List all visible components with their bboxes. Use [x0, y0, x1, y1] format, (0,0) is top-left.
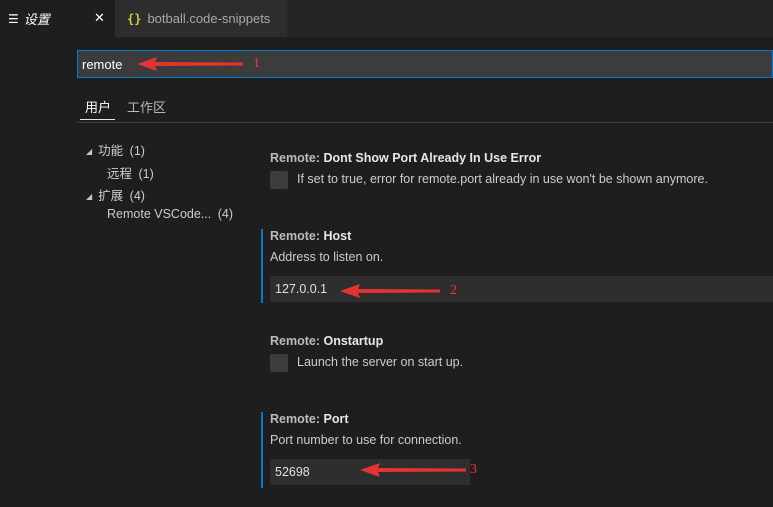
- tab-code-snippets-label: botball.code-snippets: [147, 11, 271, 26]
- header-divider: [77, 122, 773, 123]
- toc-item-count: (4): [129, 189, 145, 203]
- annotation-number-3: 3: [470, 462, 477, 477]
- toc-item-count: (1): [129, 144, 145, 158]
- setting-key: Dont Show Port Already In Use Error: [323, 151, 542, 165]
- toc-item-count: (1): [138, 167, 154, 181]
- toc-item-features[interactable]: ◢ 功能 (1): [86, 140, 145, 159]
- toc-item-label: 远程: [107, 167, 133, 181]
- onstartup-checkbox[interactable]: [270, 354, 288, 372]
- setting-title-port: Remote: Port: [270, 412, 348, 426]
- setting-title-dont-show-port-error: Remote: Dont Show Port Already In Use Er…: [270, 151, 541, 165]
- settings-list-icon: ☰: [8, 11, 19, 26]
- toc-item-remote-vscode[interactable]: Remote VSCode... (4): [107, 207, 233, 221]
- tab-settings[interactable]: ☰ 设置 ✕: [0, 0, 115, 37]
- expand-triangle-icon: ◢: [86, 192, 93, 201]
- tab-code-snippets[interactable]: {} botball.code-snippets: [115, 0, 287, 37]
- toc-item-label: Remote VSCode...: [107, 207, 212, 221]
- focused-setting-indicator: [261, 412, 263, 488]
- setting-key: Onstartup: [323, 334, 384, 348]
- annotation-arrow-3: [360, 463, 466, 477]
- expand-triangle-icon: ◢: [86, 147, 93, 156]
- json-braces-icon: {}: [127, 11, 142, 26]
- active-scope-indicator: [80, 119, 115, 120]
- setting-title-onstartup: Remote: Onstartup: [270, 334, 383, 348]
- toc-item-extensions[interactable]: ◢ 扩展 (4): [86, 185, 145, 204]
- toc-item-count: (4): [217, 207, 233, 221]
- setting-description: Address to listen on.: [270, 250, 384, 264]
- setting-key: Port: [323, 412, 349, 426]
- setting-category: Remote:: [270, 334, 324, 348]
- setting-category: Remote:: [270, 229, 324, 243]
- toc-item-remote[interactable]: 远程 (1): [107, 163, 154, 182]
- toc-item-label: 扩展: [98, 189, 124, 203]
- toc-item-label: 功能: [98, 144, 124, 158]
- editor-tab-bar: ☰ 设置 ✕ {} botball.code-snippets: [0, 0, 773, 37]
- setting-title-host: Remote: Host: [270, 229, 351, 243]
- setting-category: Remote:: [270, 151, 324, 165]
- annotation-arrow-1: [137, 57, 243, 71]
- focused-setting-indicator: [261, 229, 263, 303]
- setting-description: Launch the server on start up.: [297, 355, 464, 369]
- dont-show-port-error-checkbox[interactable]: [270, 171, 288, 189]
- setting-description: Port number to use for connection.: [270, 433, 462, 447]
- tab-settings-label: 设置: [23, 12, 50, 27]
- setting-description: If set to true, error for remote.port al…: [297, 172, 708, 186]
- tab-workspace-settings[interactable]: 工作区: [127, 97, 166, 116]
- annotation-arrow-2: [340, 284, 440, 298]
- close-icon[interactable]: ✕: [94, 10, 105, 26]
- tab-user-settings[interactable]: 用户: [85, 97, 111, 116]
- annotation-number-1: 1: [253, 56, 260, 71]
- setting-key: Host: [323, 229, 352, 243]
- setting-category: Remote:: [270, 412, 324, 426]
- annotation-number-2: 2: [450, 283, 457, 298]
